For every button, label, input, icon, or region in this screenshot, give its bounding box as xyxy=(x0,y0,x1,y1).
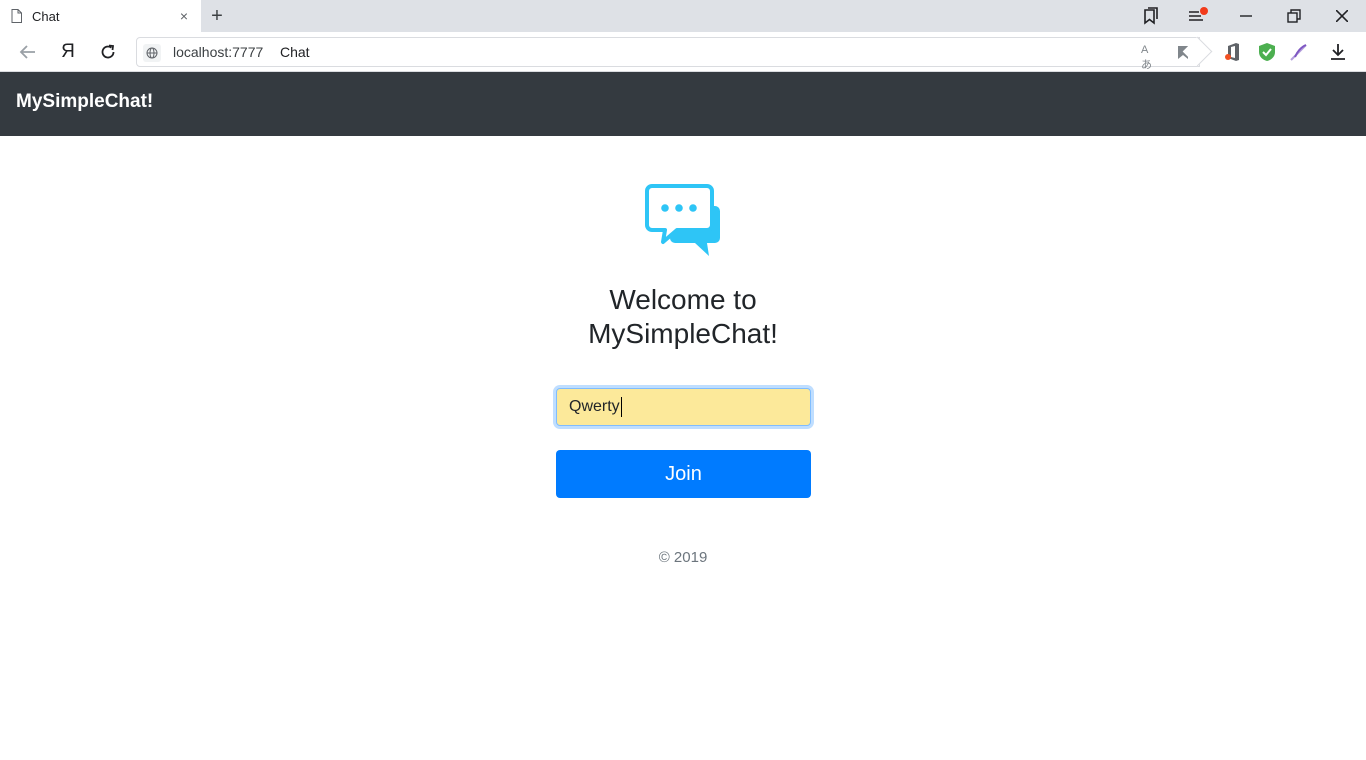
join-button[interactable]: Join xyxy=(556,450,811,498)
bookmark-icon[interactable] xyxy=(1177,45,1189,60)
download-icon[interactable] xyxy=(1326,40,1350,64)
welcome-line-1: Welcome to xyxy=(609,284,757,315)
chat-bubbles-icon xyxy=(645,184,720,256)
browser-tab[interactable]: Chat × xyxy=(0,0,201,32)
browser-toolbar: Я localhost:7777 Chat Aあ xyxy=(0,32,1366,72)
yandex-icon[interactable]: Я xyxy=(56,40,80,64)
welcome-heading: Welcome to MySimpleChat! xyxy=(483,283,883,351)
back-icon[interactable] xyxy=(16,40,40,64)
extension-office-icon[interactable] xyxy=(1221,40,1245,64)
reload-icon[interactable] xyxy=(96,40,120,64)
url-text[interactable]: localhost:7777 xyxy=(173,44,263,60)
browser-tab-strip: Chat × + xyxy=(0,0,1366,32)
extension-shield-icon[interactable] xyxy=(1255,40,1279,64)
app-navbar: MySimpleChat! xyxy=(0,72,1366,136)
extension-feather-icon[interactable] xyxy=(1287,40,1311,64)
username-input-value: Qwerty xyxy=(569,398,620,415)
menu-icon[interactable] xyxy=(1175,0,1221,32)
tab-title: Chat xyxy=(32,9,60,24)
text-caret xyxy=(620,396,622,417)
welcome-line-2: MySimpleChat! xyxy=(588,318,778,349)
username-input[interactable]: Qwerty xyxy=(556,388,811,426)
restore-icon[interactable] xyxy=(1271,0,1317,32)
minimize-icon[interactable] xyxy=(1223,0,1269,32)
tab-close-icon[interactable]: × xyxy=(176,8,192,24)
footer-copyright: © 2019 xyxy=(658,549,708,566)
omnibox-page-title: Chat xyxy=(280,44,310,60)
globe-icon[interactable] xyxy=(143,44,161,62)
tab-manager-icon[interactable] xyxy=(1127,0,1173,32)
address-bar[interactable]: localhost:7777 Chat Aあ xyxy=(136,37,1200,71)
page-icon xyxy=(11,9,22,23)
close-window-icon[interactable] xyxy=(1319,0,1365,32)
brand-link[interactable]: MySimpleChat! xyxy=(16,91,153,113)
new-tab-icon[interactable]: + xyxy=(206,5,228,27)
translate-icon[interactable]: Aあ xyxy=(1141,44,1159,71)
